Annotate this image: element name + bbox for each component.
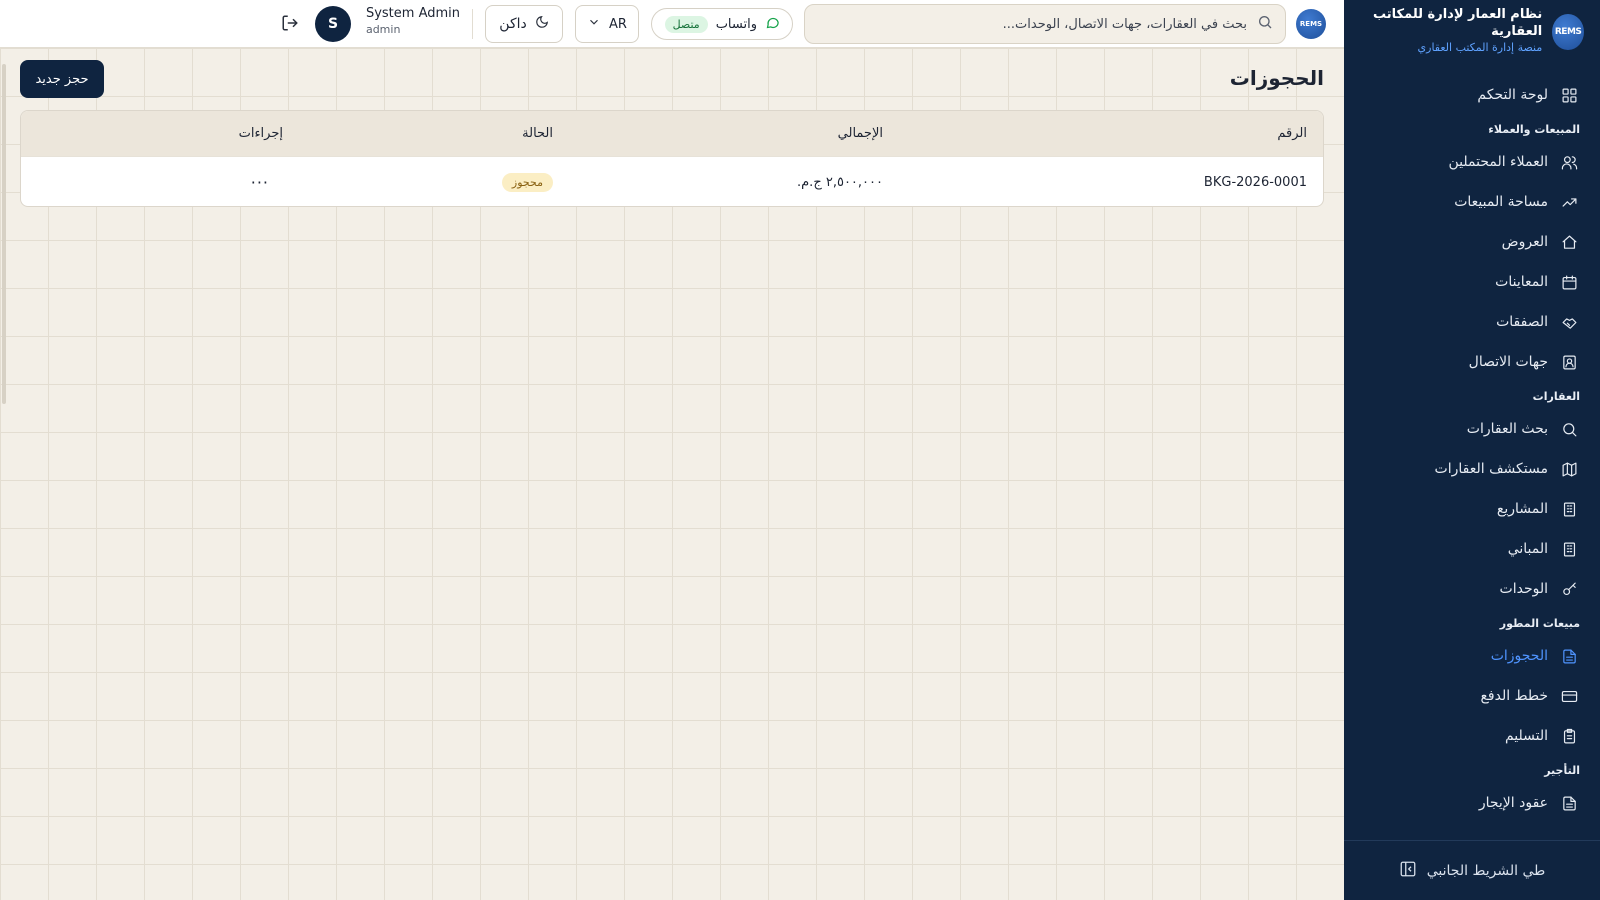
sidebar-item-label: لوحة التحكم (1477, 87, 1548, 103)
logout-icon (281, 15, 299, 36)
search-input[interactable] (827, 16, 1247, 32)
logout-button[interactable] (279, 14, 299, 34)
table-header: الرقم الإجمالي الحالة إجراءات (21, 111, 1323, 156)
home-icon (1560, 233, 1578, 251)
sidebar-group-label: التأجير (1544, 764, 1580, 777)
sidebar-item[interactable]: الصفقات (1344, 302, 1600, 342)
brand[interactable]: REMS نظام العمار لإدارة للمكاتب العقارية… (1344, 0, 1600, 63)
sidebar-item-label: المباني (1507, 541, 1548, 557)
brand-name: نظام العمار لإدارة للمكاتب العقارية (1373, 7, 1543, 40)
column-header-status: الحالة (522, 126, 553, 141)
sidebar-item[interactable]: العروض (1344, 222, 1600, 262)
sidebar-item[interactable]: جهات الاتصال (1344, 342, 1600, 382)
user-name: System Admin (365, 6, 460, 21)
collapse-label: طي الشريط الجانبي (1426, 862, 1546, 879)
sidebar-item-label: العملاء المحتملين (1448, 154, 1548, 170)
sidebar-item[interactable]: مستكشف العقارات (1344, 449, 1600, 489)
file-text-icon (1560, 647, 1578, 665)
booking-total: ٢,٥٠٠,٠٠٠ ج.م. (797, 174, 883, 190)
search-bar[interactable] (804, 4, 1286, 44)
sidebar-item[interactable]: مساحة المبيعات (1344, 182, 1600, 222)
table-row[interactable]: BKG-2026-0001 ٢,٥٠٠,٠٠٠ ج.م. محجوز ··· (21, 156, 1323, 206)
handshake-icon (1560, 313, 1578, 331)
sidebar-item[interactable]: المباني (1344, 529, 1600, 569)
new-booking-button[interactable]: حجز جديد (20, 60, 104, 98)
scrollbar[interactable] (2, 64, 6, 404)
sidebar-item-label: العروض (1501, 234, 1548, 250)
search-icon (1257, 14, 1273, 34)
sidebar-item[interactable]: التسليم (1344, 716, 1600, 756)
map-icon (1560, 460, 1578, 478)
sidebar-group-label: مبيعات المطور (1499, 617, 1580, 630)
column-header-actions: إجراءات (238, 126, 283, 141)
whatsapp-status-button[interactable]: واتساب متصل (651, 8, 793, 40)
sidebar-item-label: بحث العقارات (1466, 421, 1548, 437)
whatsapp-connected-badge: متصل (664, 15, 708, 33)
sidebar-item[interactable]: خطط الدفع (1344, 676, 1600, 716)
language-select[interactable]: AR (575, 5, 639, 43)
whatsapp-label: واتساب (715, 16, 757, 32)
status-badge: محجوز (501, 172, 553, 192)
search-icon (1560, 420, 1578, 438)
theme-label: داكن (499, 16, 527, 32)
sidebar-item-label: عقود الإيجار (1478, 795, 1548, 811)
sidebar-item[interactable]: الحجوزات (1344, 636, 1600, 676)
page-title: الحجوزات (1229, 66, 1324, 90)
sidebar-item-label: مستكشف العقارات (1434, 461, 1548, 477)
theme-toggle-button[interactable]: داكن (485, 5, 563, 43)
building-icon (1560, 500, 1578, 518)
clipboard-icon (1560, 727, 1578, 745)
sidebar-nav: لوحة التحكم المبيعات والعملاء العملاء المح… (1344, 63, 1600, 823)
sidebar-item[interactable]: الوحدات (1344, 569, 1600, 609)
sidebar-item-label: المعاينات (1495, 274, 1548, 290)
sidebar-item[interactable]: العملاء المحتملين (1344, 142, 1600, 182)
brand-logo: REMS (1552, 13, 1584, 50)
sidebar-item-label: المشاريع (1496, 501, 1548, 517)
building-icon (1560, 540, 1578, 558)
key-icon (1560, 580, 1578, 598)
avatar[interactable]: S (315, 6, 351, 42)
chevron-down-icon (587, 15, 601, 33)
trending-up-icon (1560, 193, 1578, 211)
booking-number: BKG-2026-0001 (1203, 174, 1307, 190)
sidebar-item-label: الصفقات (1496, 314, 1548, 330)
sidebar-item-label: الحجوزات (1490, 648, 1548, 664)
contact-icon (1560, 353, 1578, 371)
panel-collapse-icon (1399, 860, 1417, 882)
sidebar-item-label: مساحة المبيعات (1454, 194, 1548, 210)
sidebar-item[interactable]: عقود الإيجار (1344, 783, 1600, 823)
column-header-number: الرقم (1277, 126, 1307, 141)
divider (472, 9, 473, 39)
sidebar-item[interactable]: المعاينات (1344, 262, 1600, 302)
app-logo[interactable]: REMS (1296, 9, 1326, 39)
calendar-icon (1560, 273, 1578, 291)
moon-icon (535, 15, 549, 33)
sidebar-item[interactable]: لوحة التحكم (1344, 75, 1600, 115)
column-header-total: الإجمالي (837, 126, 883, 141)
sidebar: REMS نظام العمار لإدارة للمكاتب العقارية… (1344, 0, 1600, 900)
dashboard-icon (1560, 86, 1578, 104)
user-info[interactable]: System Admin admin (366, 6, 460, 37)
credit-card-icon (1560, 687, 1578, 705)
users-icon (1560, 153, 1578, 171)
topbar: REMS واتساب متصل AR داكن System Admin ad… (0, 0, 1344, 48)
collapse-sidebar-button[interactable]: طي الشريط الجانبي (1344, 840, 1600, 900)
user-role: admin (365, 22, 401, 36)
row-actions-button[interactable]: ··· (251, 173, 269, 192)
language-value: AR (609, 16, 627, 32)
file-text-icon (1560, 794, 1578, 812)
main-content: الحجوزات حجز جديد الرقم الإجمالي الحالة … (0, 48, 1344, 900)
sidebar-item-label: الوحدات (1499, 581, 1548, 597)
bookings-table: الرقم الإجمالي الحالة إجراءات BKG-2026-0… (20, 110, 1324, 207)
chat-icon (765, 15, 780, 34)
sidebar-group-label: المبيعات والعملاء (1488, 123, 1580, 136)
sidebar-group-label: العقارات (1532, 390, 1580, 403)
sidebar-item[interactable]: بحث العقارات (1344, 409, 1600, 449)
sidebar-item-label: التسليم (1504, 728, 1548, 744)
sidebar-item-label: خطط الدفع (1480, 688, 1548, 704)
brand-subtitle: منصة إدارة المكتب العقاري (1417, 41, 1543, 55)
sidebar-item[interactable]: المشاريع (1344, 489, 1600, 529)
sidebar-item-label: جهات الاتصال (1468, 354, 1548, 370)
